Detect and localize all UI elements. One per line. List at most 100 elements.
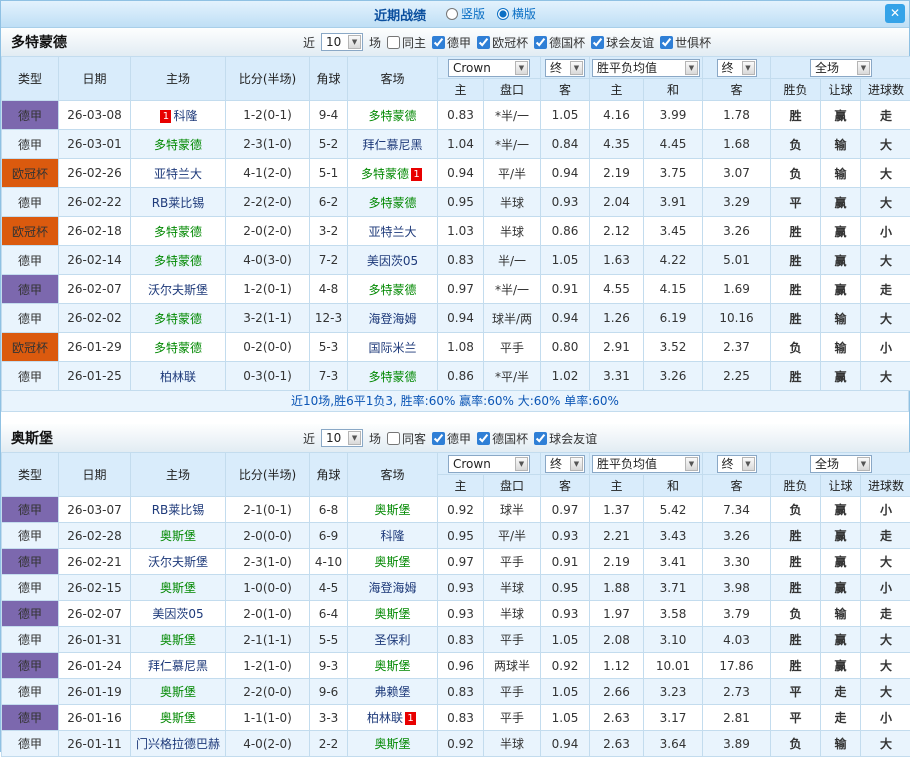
home-team-link[interactable]: 柏林联 bbox=[160, 370, 196, 384]
away-team-link[interactable]: 科隆 bbox=[380, 529, 404, 543]
league-cell: 德甲 bbox=[2, 523, 59, 549]
checkbox-球会友谊[interactable] bbox=[591, 36, 604, 49]
avg-away-cell: 4.03 bbox=[703, 627, 771, 653]
away-team-link[interactable]: 奥斯堡 bbox=[374, 503, 410, 517]
column-header: 日期 bbox=[59, 57, 131, 101]
away-team-link[interactable]: 美因茨05 bbox=[367, 254, 418, 268]
layout-horizontal-option[interactable]: 横版 bbox=[497, 5, 536, 22]
titlebar: 近期战绩 竖版 横版 ✕ bbox=[1, 1, 909, 28]
match-count-select[interactable]: 10▼ bbox=[321, 429, 363, 447]
corners-cell: 5-2 bbox=[310, 130, 348, 159]
filter-option-欧冠杯[interactable]: 欧冠杯 bbox=[477, 34, 528, 51]
checkbox-德甲[interactable] bbox=[432, 36, 445, 49]
away-team-link[interactable]: 亚特兰大 bbox=[368, 225, 416, 239]
away-team-link[interactable]: 多特蒙德 bbox=[368, 370, 416, 384]
bookmaker-select[interactable]: Crown▼ bbox=[448, 59, 530, 77]
filter-option-德甲[interactable]: 德甲 bbox=[432, 430, 471, 447]
home-team-cell: RB莱比锡 bbox=[131, 188, 226, 217]
checkbox-欧冠杯[interactable] bbox=[477, 36, 490, 49]
away-team-link[interactable]: 多特蒙德 bbox=[368, 109, 416, 123]
home-team-link[interactable]: 奥斯堡 bbox=[160, 529, 196, 543]
match-count-select[interactable]: 10▼ bbox=[321, 33, 363, 51]
home-team-link[interactable]: 多特蒙德 bbox=[154, 312, 202, 326]
checkbox-世俱杯[interactable] bbox=[660, 36, 673, 49]
avg-odds-select[interactable]: 胜平负均值▼ bbox=[592, 455, 700, 473]
away-team-link[interactable]: 多特蒙德 bbox=[368, 196, 416, 210]
away-team-link[interactable]: 国际米兰 bbox=[368, 341, 416, 355]
home-team-link[interactable]: 奥斯堡 bbox=[160, 711, 196, 725]
away-team-link[interactable]: 拜仁慕尼黑 bbox=[362, 138, 422, 152]
result-handicap-cell: 赢 bbox=[821, 497, 861, 523]
score-cell: 1-2(0-1) bbox=[226, 275, 310, 304]
away-team-link[interactable]: 奥斯堡 bbox=[374, 607, 410, 621]
final-avg-select[interactable]: 终▼ bbox=[717, 455, 757, 473]
subcolumn-header: 和 bbox=[644, 79, 703, 101]
select-value: 终 bbox=[550, 455, 562, 472]
home-team-link[interactable]: 奥斯堡 bbox=[160, 581, 196, 595]
away-team-link[interactable]: 弗赖堡 bbox=[374, 685, 410, 699]
layout-vertical-option[interactable]: 竖版 bbox=[446, 5, 485, 22]
home-team-link[interactable]: 亚特兰大 bbox=[154, 167, 202, 181]
home-team-link[interactable]: 奥斯堡 bbox=[160, 685, 196, 699]
avg-home-cell: 2.91 bbox=[590, 333, 644, 362]
select-value: 终 bbox=[550, 59, 562, 76]
home-team-link[interactable]: 科隆 bbox=[173, 109, 197, 123]
home-team-link[interactable]: 多特蒙德 bbox=[154, 254, 202, 268]
filter-option-世俱杯[interactable]: 世俱杯 bbox=[660, 34, 711, 51]
home-team-link[interactable]: 多特蒙德 bbox=[154, 225, 202, 239]
filter-option-球会友谊[interactable]: 球会友谊 bbox=[591, 34, 654, 51]
away-team-link[interactable]: 奥斯堡 bbox=[374, 555, 410, 569]
away-team-link[interactable]: 多特蒙德 bbox=[361, 167, 409, 181]
filter-option-同主[interactable]: 同主 bbox=[387, 34, 426, 51]
home-team-link[interactable]: 门兴格拉德巴赫 bbox=[136, 737, 220, 751]
avg-draw-cell: 3.17 bbox=[644, 705, 703, 731]
avg-odds-select[interactable]: 胜平负均值▼ bbox=[592, 59, 700, 77]
close-button[interactable]: ✕ bbox=[885, 4, 905, 23]
result-goals-cell: 大 bbox=[861, 304, 910, 333]
scope-select[interactable]: 全场▼ bbox=[810, 455, 872, 473]
result-goals-cell: 大 bbox=[861, 549, 910, 575]
away-team-link[interactable]: 多特蒙德 bbox=[368, 283, 416, 297]
subcolumn-header: 胜负 bbox=[771, 79, 821, 101]
result-wdl-cell: 胜 bbox=[771, 653, 821, 679]
bookmaker-select[interactable]: Crown▼ bbox=[448, 455, 530, 473]
checkbox-德国杯[interactable] bbox=[534, 36, 547, 49]
away-team-link[interactable]: 柏林联 bbox=[367, 711, 403, 725]
home-team-link[interactable]: 沃尔夫斯堡 bbox=[148, 283, 208, 297]
home-team-link[interactable]: 多特蒙德 bbox=[154, 138, 202, 152]
home-team-link[interactable]: RB莱比锡 bbox=[152, 196, 205, 210]
away-team-link[interactable]: 奥斯堡 bbox=[374, 659, 410, 673]
home-team-link[interactable]: 多特蒙德 bbox=[154, 341, 202, 355]
checkbox-球会友谊[interactable] bbox=[534, 432, 547, 445]
checkbox-德甲[interactable] bbox=[432, 432, 445, 445]
filter-option-德国杯[interactable]: 德国杯 bbox=[534, 34, 585, 51]
away-team-link[interactable]: 海登海姆 bbox=[368, 581, 416, 595]
away-team-link[interactable]: 奥斯堡 bbox=[374, 737, 410, 751]
checkbox-同主[interactable] bbox=[387, 36, 400, 49]
home-team-link[interactable]: 奥斯堡 bbox=[160, 633, 196, 647]
away-team-link[interactable]: 海登海姆 bbox=[368, 312, 416, 326]
subcolumn-header: 主 bbox=[590, 79, 644, 101]
final-odds-select[interactable]: 终▼ bbox=[545, 455, 585, 473]
away-team-link[interactable]: 圣保利 bbox=[374, 633, 410, 647]
filter-option-同客[interactable]: 同客 bbox=[387, 430, 426, 447]
filter-option-德国杯[interactable]: 德国杯 bbox=[477, 430, 528, 447]
filter-option-德甲[interactable]: 德甲 bbox=[432, 34, 471, 51]
final-odds-select[interactable]: 终▼ bbox=[545, 59, 585, 77]
home-team-link[interactable]: 美因茨05 bbox=[152, 607, 203, 621]
vertical-layout-radio[interactable] bbox=[446, 8, 458, 20]
avg-home-cell: 2.66 bbox=[590, 679, 644, 705]
final-avg-select[interactable]: 终▼ bbox=[717, 59, 757, 77]
subcolumn-header: 客 bbox=[541, 79, 590, 101]
home-team-link[interactable]: RB莱比锡 bbox=[152, 503, 205, 517]
checkbox-同客[interactable] bbox=[387, 432, 400, 445]
handicap-cell: 平手 bbox=[484, 705, 541, 731]
filter-option-球会友谊[interactable]: 球会友谊 bbox=[534, 430, 597, 447]
home-team-link[interactable]: 拜仁慕尼黑 bbox=[148, 659, 208, 673]
scope-select[interactable]: 全场▼ bbox=[810, 59, 872, 77]
home-team-link[interactable]: 沃尔夫斯堡 bbox=[148, 555, 208, 569]
checkbox-德国杯[interactable] bbox=[477, 432, 490, 445]
result-handicap-cell: 走 bbox=[821, 705, 861, 731]
horizontal-layout-radio[interactable] bbox=[497, 8, 509, 20]
result-goals-cell: 走 bbox=[861, 523, 910, 549]
